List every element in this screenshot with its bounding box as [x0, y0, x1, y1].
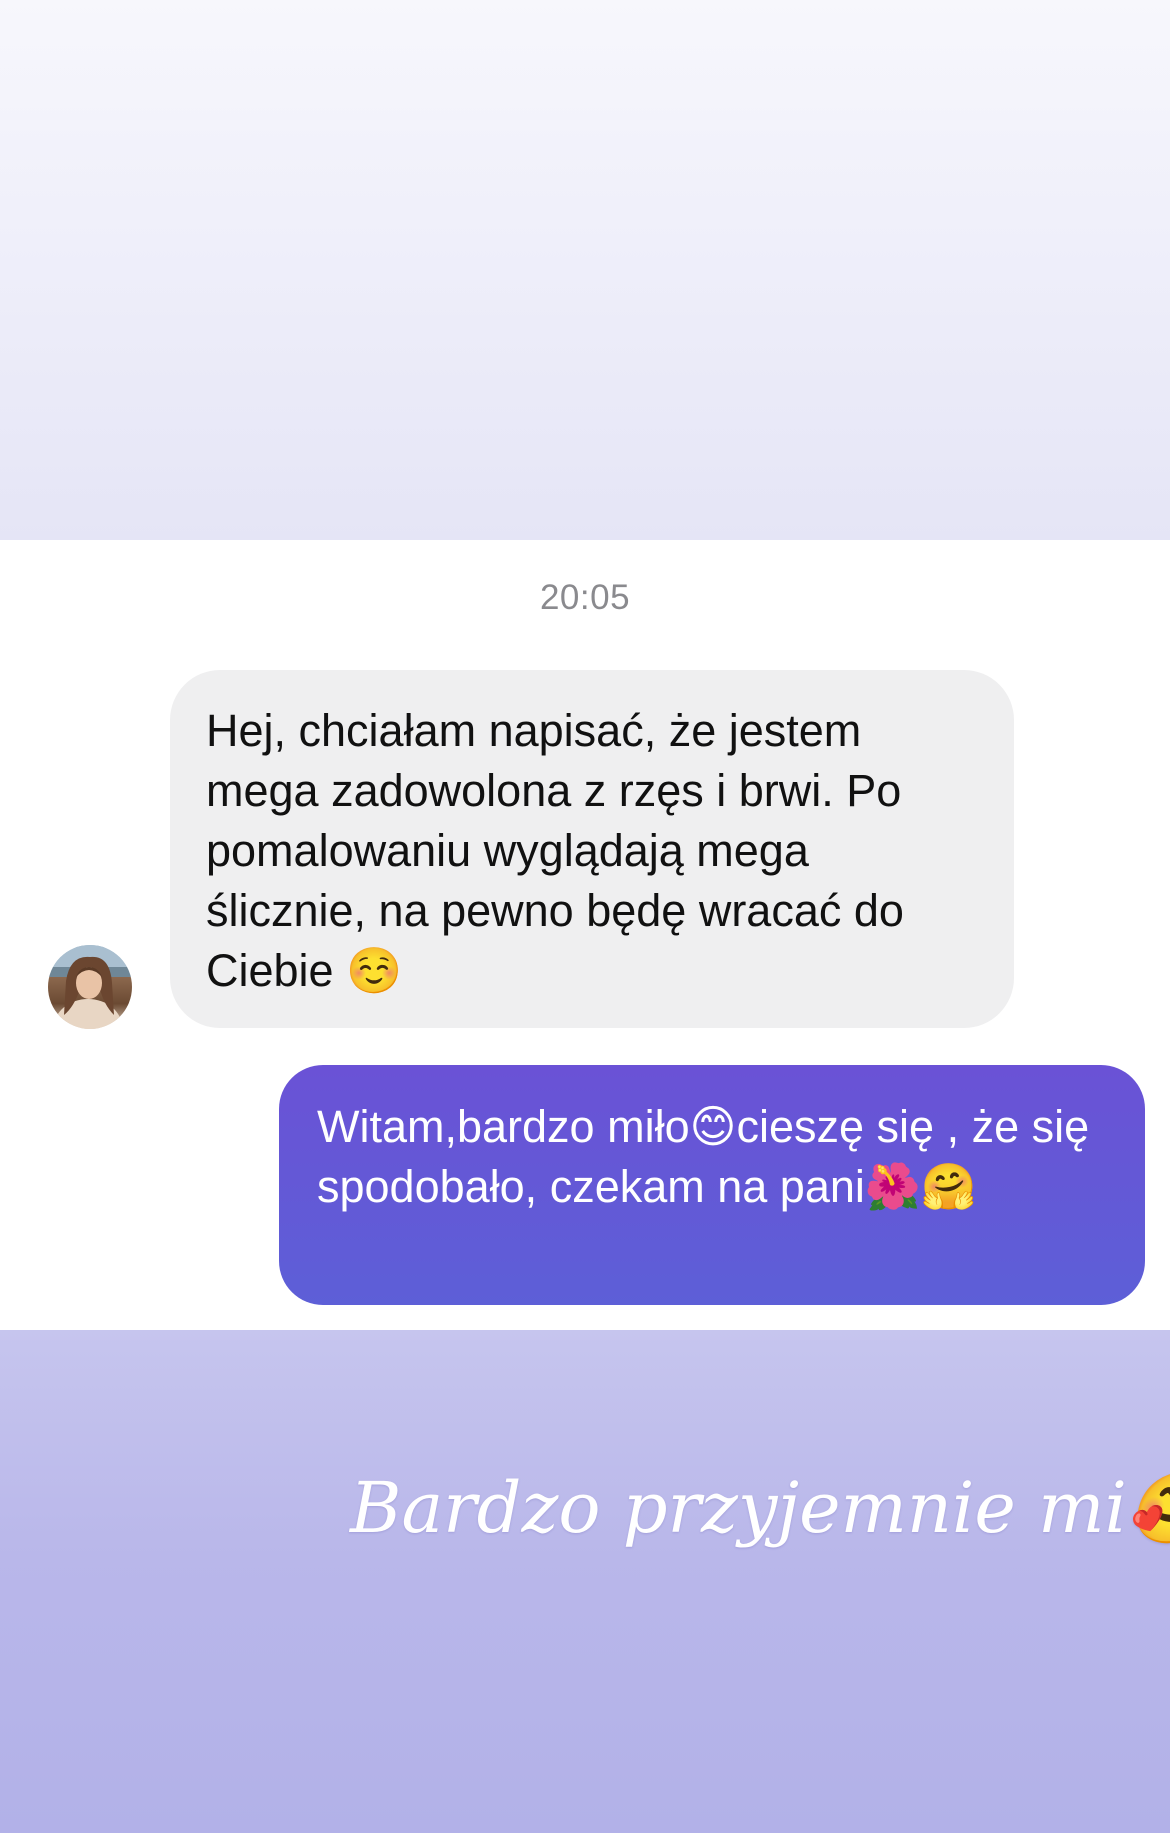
story-background-top [0, 0, 1170, 540]
story-caption: Bardzo przyjemnie mi🥰 [350, 1467, 1170, 1549]
outgoing-message-text: Witam,bardzo miło😊cieszę się , że się sp… [317, 1101, 1090, 1212]
incoming-message-text: Hej, chciałam napisać, że jestem mega za… [206, 705, 904, 996]
story-background-bottom [0, 1330, 1170, 1833]
sender-avatar[interactable] [48, 945, 132, 1029]
message-timestamp: 20:05 [539, 578, 631, 617]
incoming-message-bubble[interactable]: Hej, chciałam napisać, że jestem mega za… [170, 670, 1014, 1028]
avatar-photo-icon [48, 945, 132, 1029]
outgoing-message-bubble[interactable]: Witam,bardzo miło😊cieszę się , że się sp… [279, 1065, 1145, 1305]
